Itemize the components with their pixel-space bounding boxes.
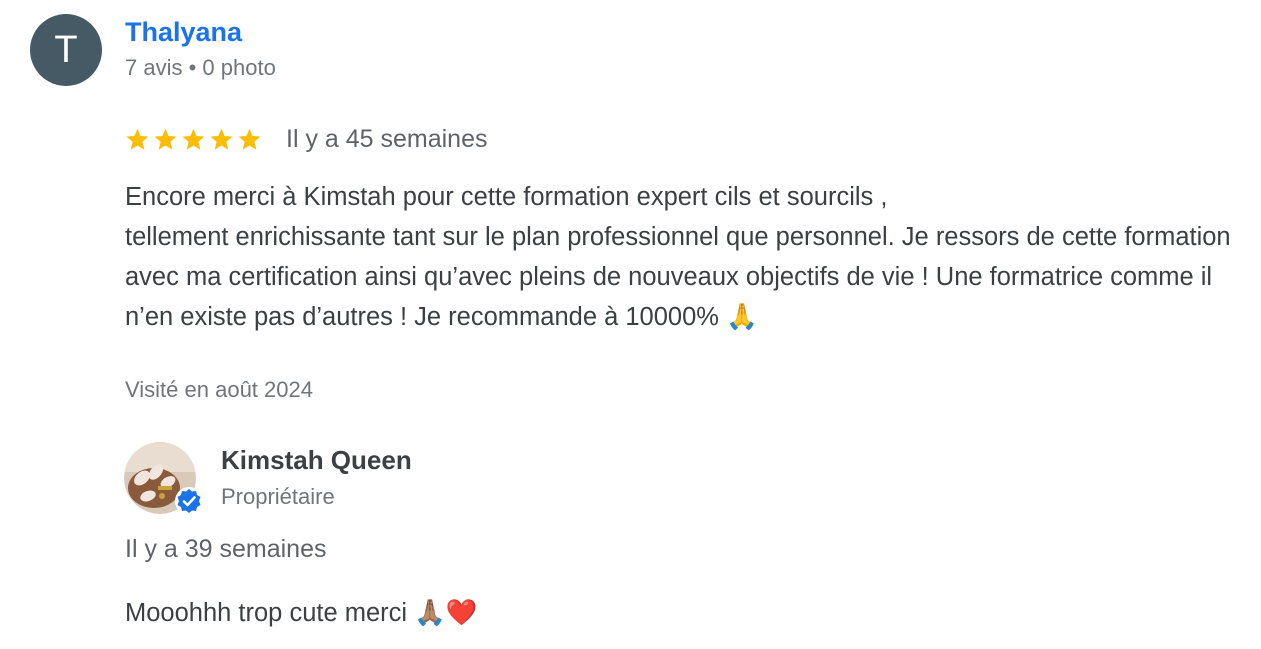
star-icon bbox=[210, 128, 233, 150]
star-icon bbox=[238, 128, 261, 150]
owner-avatar[interactable] bbox=[124, 442, 203, 515]
verified-badge-icon bbox=[175, 487, 203, 515]
visited-date: Visité en août 2024 bbox=[125, 377, 313, 402]
star-icon bbox=[154, 128, 177, 150]
reviewer-avatar-initial: T bbox=[54, 28, 78, 71]
reviewer-name-link[interactable]: Thalyana bbox=[125, 14, 276, 50]
reply-time: Il y a 39 semaines bbox=[125, 535, 327, 563]
star-rating bbox=[125, 127, 262, 152]
review-text: Encore merci à Kimstah pour cette format… bbox=[125, 183, 1231, 331]
star-icon bbox=[182, 128, 205, 150]
reviewer-meta: Thalyana 7 avis • 0 photo bbox=[125, 14, 276, 86]
reply-text: Mooohhh trop cute merci 🙏🏽❤️ bbox=[125, 599, 478, 627]
owner-role: Propriétaire bbox=[221, 484, 335, 509]
owner-name[interactable]: Kimstah Queen bbox=[221, 441, 412, 479]
review-card: T Thalyana 7 avis • 0 photo Il y a 45 se… bbox=[0, 0, 1261, 649]
rating-row: Il y a 45 semaines bbox=[125, 120, 488, 158]
reviewer-header: T Thalyana 7 avis • 0 photo bbox=[30, 14, 276, 86]
reviewer-avatar[interactable]: T bbox=[30, 14, 102, 86]
owner-reply-header: Kimstah Queen Propriétaire bbox=[124, 441, 412, 515]
review-time: Il y a 45 semaines bbox=[286, 124, 488, 153]
owner-meta: Kimstah Queen Propriétaire bbox=[221, 441, 412, 515]
star-icon bbox=[126, 128, 149, 150]
reviewer-stats: 7 avis • 0 photo bbox=[125, 55, 276, 80]
